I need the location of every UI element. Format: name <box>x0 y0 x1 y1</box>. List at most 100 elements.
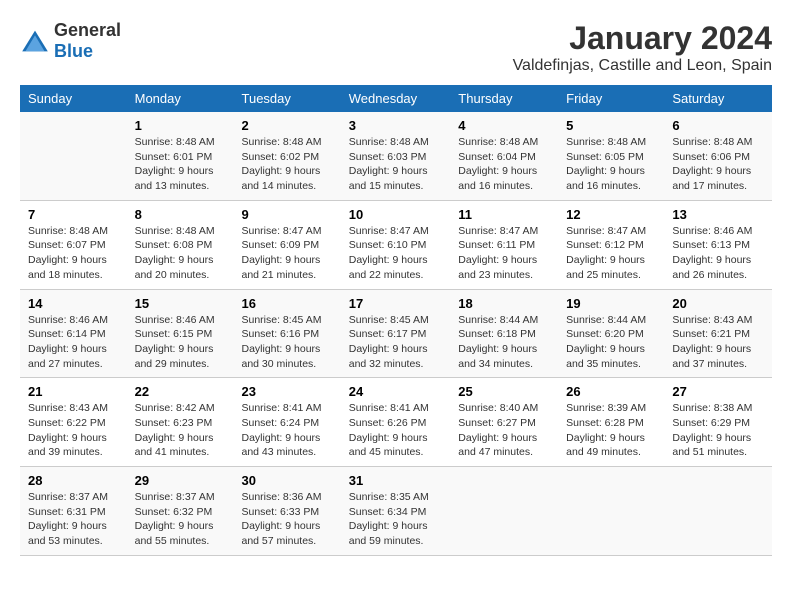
calendar-cell: 6 Sunrise: 8:48 AMSunset: 6:06 PMDaylight… <box>664 112 772 200</box>
cell-info: Sunrise: 8:46 AMSunset: 6:13 PMDaylight:… <box>672 224 764 283</box>
day-number: 20 <box>672 296 764 311</box>
calendar-cell: 8 Sunrise: 8:48 AMSunset: 6:08 PMDaylight… <box>127 200 234 289</box>
cell-info: Sunrise: 8:48 AMSunset: 6:04 PMDaylight:… <box>458 135 550 194</box>
calendar-cell: 31 Sunrise: 8:35 AMSunset: 6:34 PMDayligh… <box>341 467 451 556</box>
cell-info: Sunrise: 8:39 AMSunset: 6:28 PMDaylight:… <box>566 401 656 460</box>
day-number: 4 <box>458 118 550 133</box>
cell-info: Sunrise: 8:42 AMSunset: 6:23 PMDaylight:… <box>135 401 226 460</box>
title-section: January 2024 Valdefinjas, Castille and L… <box>513 20 772 75</box>
calendar-cell <box>20 112 127 200</box>
cell-info: Sunrise: 8:36 AMSunset: 6:33 PMDaylight:… <box>242 490 333 549</box>
day-number: 14 <box>28 296 119 311</box>
calendar-cell: 19 Sunrise: 8:44 AMSunset: 6:20 PMDayligh… <box>558 289 664 378</box>
cell-info: Sunrise: 8:35 AMSunset: 6:34 PMDaylight:… <box>349 490 443 549</box>
header-tuesday: Tuesday <box>234 85 341 112</box>
calendar-cell: 12 Sunrise: 8:47 AMSunset: 6:12 PMDayligh… <box>558 200 664 289</box>
cell-info: Sunrise: 8:47 AMSunset: 6:12 PMDaylight:… <box>566 224 656 283</box>
calendar-cell: 1 Sunrise: 8:48 AMSunset: 6:01 PMDaylight… <box>127 112 234 200</box>
header-sunday: Sunday <box>20 85 127 112</box>
header-monday: Monday <box>127 85 234 112</box>
day-number: 3 <box>349 118 443 133</box>
calendar-cell: 27Sunrise: 8:38 AMSunset: 6:29 PMDayligh… <box>664 378 772 467</box>
cell-info: Sunrise: 8:47 AMSunset: 6:09 PMDaylight:… <box>242 224 333 283</box>
day-number: 19 <box>566 296 656 311</box>
day-number: 11 <box>458 207 550 222</box>
calendar-cell: 7 Sunrise: 8:48 AMSunset: 6:07 PMDaylight… <box>20 200 127 289</box>
cell-info: Sunrise: 8:48 AMSunset: 6:01 PMDaylight:… <box>135 135 226 194</box>
day-number: 28 <box>28 473 119 488</box>
calendar-cell: 22Sunrise: 8:42 AMSunset: 6:23 PMDayligh… <box>127 378 234 467</box>
calendar-table: SundayMondayTuesdayWednesdayThursdayFrid… <box>20 85 772 556</box>
day-number: 26 <box>566 384 656 399</box>
week-row-5: 28 Sunrise: 8:37 AMSunset: 6:31 PMDayligh… <box>20 467 772 556</box>
day-number: 16 <box>242 296 333 311</box>
cell-info: Sunrise: 8:37 AMSunset: 6:32 PMDaylight:… <box>135 490 226 549</box>
calendar-cell: 21 Sunrise: 8:43 AMSunset: 6:22 PMDayligh… <box>20 378 127 467</box>
day-number: 17 <box>349 296 443 311</box>
calendar-header-row: SundayMondayTuesdayWednesdayThursdayFrid… <box>20 85 772 112</box>
calendar-cell: 20 Sunrise: 8:43 AMSunset: 6:21 PMDayligh… <box>664 289 772 378</box>
cell-info: Sunrise: 8:48 AMSunset: 6:03 PMDaylight:… <box>349 135 443 194</box>
day-number: 31 <box>349 473 443 488</box>
calendar-cell: 18 Sunrise: 8:44 AMSunset: 6:18 PMDayligh… <box>450 289 558 378</box>
cell-info: Sunrise: 8:45 AMSunset: 6:17 PMDaylight:… <box>349 313 443 372</box>
cell-info: Sunrise: 8:44 AMSunset: 6:20 PMDaylight:… <box>566 313 656 372</box>
day-number: 6 <box>672 118 764 133</box>
cell-info: Sunrise: 8:48 AMSunset: 6:06 PMDaylight:… <box>672 135 764 194</box>
calendar-cell <box>664 467 772 556</box>
day-number: 24 <box>349 384 443 399</box>
header-thursday: Thursday <box>450 85 558 112</box>
day-number: 1 <box>135 118 226 133</box>
header-friday: Friday <box>558 85 664 112</box>
day-number: 8 <box>135 207 226 222</box>
calendar-cell: 28 Sunrise: 8:37 AMSunset: 6:31 PMDayligh… <box>20 467 127 556</box>
calendar-cell: 14Sunrise: 8:46 AMSunset: 6:14 PMDayligh… <box>20 289 127 378</box>
logo-icon <box>20 29 50 53</box>
calendar-cell: 29 Sunrise: 8:37 AMSunset: 6:32 PMDayligh… <box>127 467 234 556</box>
week-row-3: 14Sunrise: 8:46 AMSunset: 6:14 PMDayligh… <box>20 289 772 378</box>
week-row-1: 1 Sunrise: 8:48 AMSunset: 6:01 PMDaylight… <box>20 112 772 200</box>
day-number: 7 <box>28 207 119 222</box>
day-number: 5 <box>566 118 656 133</box>
day-number: 12 <box>566 207 656 222</box>
cell-info: Sunrise: 8:45 AMSunset: 6:16 PMDaylight:… <box>242 313 333 372</box>
calendar-cell: 5Sunrise: 8:48 AMSunset: 6:05 PMDaylight… <box>558 112 664 200</box>
calendar-cell: 2 Sunrise: 8:48 AMSunset: 6:02 PMDaylight… <box>234 112 341 200</box>
calendar-cell: 11Sunrise: 8:47 AMSunset: 6:11 PMDayligh… <box>450 200 558 289</box>
calendar-cell <box>450 467 558 556</box>
cell-info: Sunrise: 8:48 AMSunset: 6:02 PMDaylight:… <box>242 135 333 194</box>
cell-info: Sunrise: 8:48 AMSunset: 6:07 PMDaylight:… <box>28 224 119 283</box>
calendar-cell: 13 Sunrise: 8:46 AMSunset: 6:13 PMDayligh… <box>664 200 772 289</box>
day-number: 29 <box>135 473 226 488</box>
cell-info: Sunrise: 8:48 AMSunset: 6:08 PMDaylight:… <box>135 224 226 283</box>
day-number: 21 <box>28 384 119 399</box>
cell-info: Sunrise: 8:41 AMSunset: 6:24 PMDaylight:… <box>242 401 333 460</box>
cell-info: Sunrise: 8:46 AMSunset: 6:15 PMDaylight:… <box>135 313 226 372</box>
calendar-cell: 15 Sunrise: 8:46 AMSunset: 6:15 PMDayligh… <box>127 289 234 378</box>
day-number: 27 <box>672 384 764 399</box>
cell-info: Sunrise: 8:44 AMSunset: 6:18 PMDaylight:… <box>458 313 550 372</box>
day-number: 30 <box>242 473 333 488</box>
day-number: 13 <box>672 207 764 222</box>
week-row-4: 21 Sunrise: 8:43 AMSunset: 6:22 PMDayligh… <box>20 378 772 467</box>
cell-info: Sunrise: 8:41 AMSunset: 6:26 PMDaylight:… <box>349 401 443 460</box>
cell-info: Sunrise: 8:37 AMSunset: 6:31 PMDaylight:… <box>28 490 119 549</box>
calendar-cell: 16 Sunrise: 8:45 AMSunset: 6:16 PMDayligh… <box>234 289 341 378</box>
calendar-cell: 23 Sunrise: 8:41 AMSunset: 6:24 PMDayligh… <box>234 378 341 467</box>
day-number: 18 <box>458 296 550 311</box>
cell-info: Sunrise: 8:43 AMSunset: 6:22 PMDaylight:… <box>28 401 119 460</box>
calendar-cell: 10Sunrise: 8:47 AMSunset: 6:10 PMDayligh… <box>341 200 451 289</box>
calendar-cell: 24 Sunrise: 8:41 AMSunset: 6:26 PMDayligh… <box>341 378 451 467</box>
page-header: General Blue January 2024 Valdefinjas, C… <box>20 20 772 75</box>
day-number: 23 <box>242 384 333 399</box>
logo-general: General <box>54 20 121 40</box>
day-number: 15 <box>135 296 226 311</box>
cell-info: Sunrise: 8:43 AMSunset: 6:21 PMDaylight:… <box>672 313 764 372</box>
main-title: January 2024 <box>513 20 772 57</box>
day-number: 9 <box>242 207 333 222</box>
day-number: 2 <box>242 118 333 133</box>
calendar-cell: 25Sunrise: 8:40 AMSunset: 6:27 PMDayligh… <box>450 378 558 467</box>
calendar-cell: 26 Sunrise: 8:39 AMSunset: 6:28 PMDayligh… <box>558 378 664 467</box>
logo-blue: Blue <box>54 41 93 61</box>
week-row-2: 7 Sunrise: 8:48 AMSunset: 6:07 PMDaylight… <box>20 200 772 289</box>
